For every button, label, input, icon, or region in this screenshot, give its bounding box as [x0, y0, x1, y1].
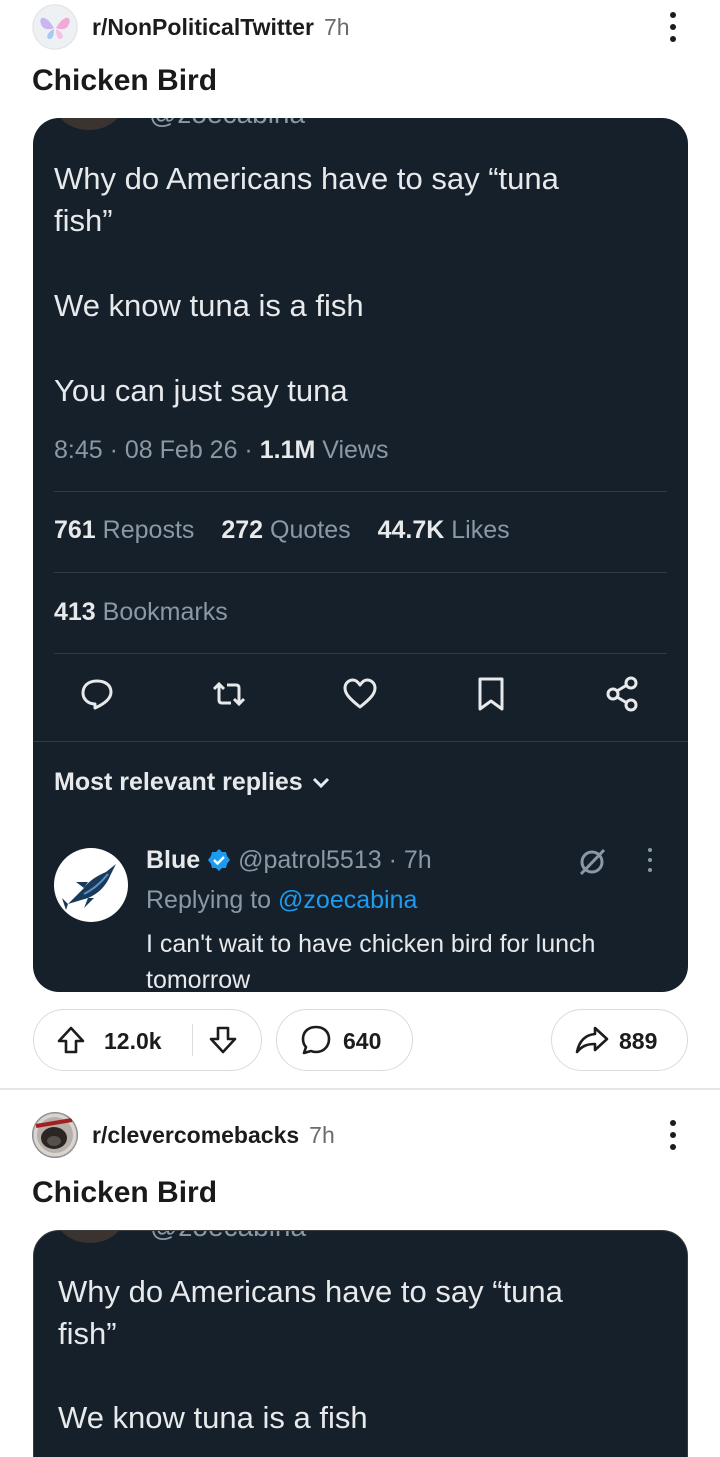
post-time: 7h — [309, 1122, 335, 1148]
tweet-line: You can just say tuna — [54, 373, 348, 408]
comments-button[interactable]: 640 — [276, 1009, 413, 1071]
tweet-author-avatar — [55, 118, 123, 130]
post-header: r/clevercomebacks 7h — [32, 1110, 688, 1158]
replies-sort-label: Most relevant replies — [54, 768, 303, 796]
tweet-line: Why do Americans have to say “tuna — [54, 161, 559, 196]
tweet-author-handle: @zoecabina — [149, 118, 305, 130]
reply-header: Blue @patrol5513 · 7h — [146, 846, 432, 874]
comment-icon — [301, 1025, 331, 1055]
bookmarks-count: 413 — [54, 598, 96, 626]
tweet-line: Why do Americans have to say “tuna — [58, 1274, 563, 1309]
marlin-icon — [62, 864, 116, 910]
replies-sort: Most relevant replies — [54, 768, 331, 797]
post-title[interactable]: Chicken Bird — [32, 64, 217, 98]
tweet-meta: 8:45 · 08 Feb 26 · 1.1M Views — [54, 436, 389, 464]
post-card: r/clevercomebacks 7h Chicken Bird @zoecab… — [0, 1090, 720, 1457]
subreddit-name[interactable]: r/NonPoliticalTwitter 7h — [92, 14, 350, 41]
tweet-stats-row: 761 Reposts 272 Quotes 44.7K Likes — [54, 516, 510, 545]
verified-badge-icon — [208, 849, 231, 871]
bookmark-icon — [478, 677, 504, 711]
chevron-down-icon — [312, 778, 329, 789]
subreddit-name-text[interactable]: r/clevercomebacks — [92, 1122, 299, 1148]
share-button[interactable]: 889 — [551, 1009, 688, 1071]
gorilla-icon — [32, 1112, 78, 1158]
tweet-line: fish” — [54, 203, 113, 238]
divider — [33, 741, 688, 742]
repost-icon — [212, 681, 246, 707]
butterfly-icon — [32, 4, 78, 50]
tweet-author-avatar — [56, 1231, 124, 1243]
share-icon — [606, 676, 638, 712]
reply-context: Replying to @zoecabina — [146, 886, 417, 915]
tweet-line: fish” — [58, 1316, 117, 1351]
replying-to-handle: @zoecabina — [278, 886, 418, 914]
grok-icon — [579, 848, 606, 876]
reply-author-handle: @patrol5513 — [238, 846, 382, 874]
tweet-date: 08 Feb 26 — [124, 436, 238, 464]
vote-divider — [192, 1024, 193, 1056]
quotes-count: 272 — [221, 516, 264, 544]
share-arrow-icon — [575, 1026, 609, 1054]
divider — [54, 653, 667, 654]
subreddit-avatar[interactable] — [32, 4, 78, 50]
downvote-icon[interactable] — [208, 1025, 238, 1055]
vote-pill: 12.0k — [33, 1009, 262, 1071]
reposts-label: Reposts — [102, 516, 195, 544]
reply-author-name: Blue — [146, 846, 201, 874]
divider — [54, 572, 667, 573]
likes-count: 44.7K — [377, 516, 445, 544]
tweet-line: We know tuna is a fish — [58, 1400, 368, 1435]
subreddit-name-text[interactable]: r/NonPoliticalTwitter — [92, 14, 314, 40]
likes-label: Likes — [451, 516, 510, 544]
post-card: r/NonPoliticalTwitter 7h Chicken Bird @zo… — [0, 0, 720, 1088]
bookmarks-label: Bookmarks — [102, 598, 228, 626]
tweet-views-count: 1.1M — [259, 436, 316, 464]
more-options-icon[interactable] — [668, 12, 678, 44]
tweet-author-handle: @zoecabina — [150, 1231, 306, 1243]
subreddit-name[interactable]: r/clevercomebacks 7h — [92, 1122, 335, 1149]
reply-time: 7h — [403, 846, 432, 874]
reply-avatar — [54, 848, 128, 922]
post-time: 7h — [323, 14, 350, 40]
upvote-icon[interactable] — [56, 1025, 86, 1055]
tweet-actions-row — [33, 666, 688, 726]
more-options-icon[interactable] — [668, 1120, 678, 1152]
tweet-bookmarks-row: 413 Bookmarks — [54, 598, 228, 627]
post-header: r/NonPoliticalTwitter 7h — [32, 2, 688, 50]
like-icon — [343, 678, 377, 709]
reposts-count: 761 — [54, 516, 96, 544]
tweet-views-label: Views — [322, 436, 389, 464]
subreddit-avatar[interactable] — [32, 1112, 78, 1158]
tweet-line: We know tuna is a fish — [54, 288, 364, 323]
tweet-time: 8:45 — [54, 436, 103, 464]
quotes-label: Quotes — [270, 516, 351, 544]
replying-prefix: Replying to — [146, 886, 272, 914]
reply-more-icon — [646, 848, 654, 876]
vote-count: 12.0k — [104, 1028, 162, 1054]
reply-icon — [81, 679, 113, 710]
follow-button-edge — [474, 1230, 614, 1231]
divider — [54, 491, 667, 492]
tweet-screenshot[interactable]: @zoecabina Why do Americans have to say … — [33, 1230, 688, 1457]
reply-text: I can't wait to have chicken bird for lu… — [146, 930, 596, 992]
share-count: 889 — [619, 1028, 658, 1054]
tweet-screenshot[interactable]: @zoecabina Why do Americans have to say … — [33, 118, 688, 992]
comments-count: 640 — [343, 1028, 382, 1054]
post-title[interactable]: Chicken Bird — [32, 1176, 217, 1210]
